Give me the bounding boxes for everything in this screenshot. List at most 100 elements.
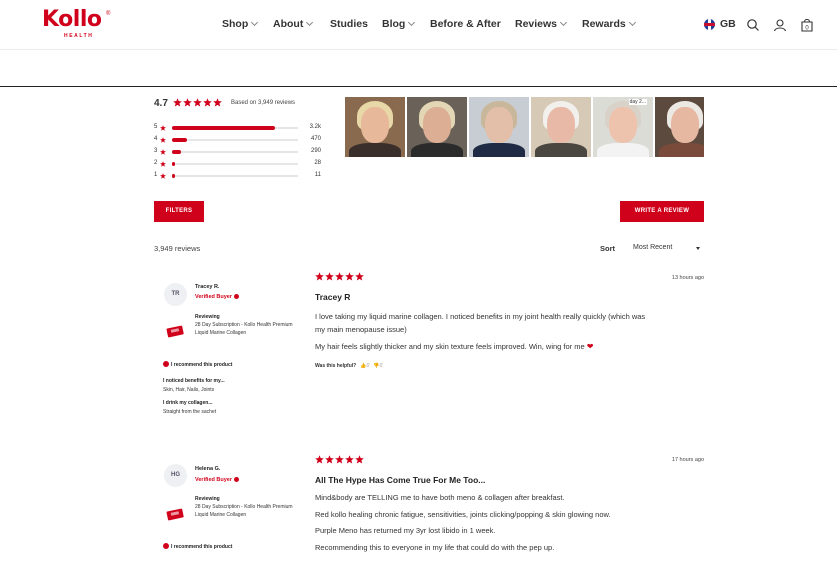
- reviewed-product-link[interactable]: 28 Day Subscription - Kollo Health Premi…: [195, 321, 295, 337]
- thumbs-down-button[interactable]: 👎0: [373, 363, 382, 369]
- nav-blog[interactable]: Blog: [382, 18, 416, 30]
- site-header: Kollo ® HEALTH Shop About Studies Blog B…: [0, 0, 837, 50]
- customer-photo[interactable]: [469, 97, 529, 157]
- rating-row-4[interactable]: 4 470: [154, 136, 324, 144]
- rating-row-3[interactable]: 3 290: [154, 148, 324, 156]
- reviewer-avatar: HG: [164, 464, 187, 487]
- nav-studies[interactable]: Studies: [330, 18, 368, 30]
- cart-icon[interactable]: 0: [800, 18, 814, 32]
- star-icon: [315, 272, 324, 281]
- product-thumbnail[interactable]: [165, 507, 185, 521]
- sort-label: Sort: [600, 244, 615, 253]
- recommend-flag: I recommend this product: [163, 360, 232, 368]
- reviewing-label: Reviewing: [195, 496, 220, 502]
- customer-photo[interactable]: [531, 97, 591, 157]
- rating-row-5[interactable]: 5 3.2k: [154, 124, 324, 132]
- account-icon[interactable]: [773, 18, 787, 32]
- star-icon: [193, 98, 202, 107]
- search-icon[interactable]: [746, 18, 760, 32]
- rating-bar-fill: [172, 174, 175, 178]
- star-icon: [355, 272, 364, 281]
- attribute-answer: Straight from the sachet: [163, 409, 217, 415]
- rating-row-count: 3.2k: [309, 124, 321, 130]
- attribute-answer: Skin, Hair, Nails, Joints: [163, 387, 215, 393]
- nav-rewards-label: Rewards: [582, 18, 626, 30]
- chevron-down-icon: [559, 18, 568, 27]
- sort-select[interactable]: Most Recent: [633, 244, 672, 251]
- nav-blog-label: Blog: [382, 18, 406, 30]
- reviewer-name: Helena G.: [195, 466, 221, 472]
- rating-bar-fill: [172, 162, 175, 166]
- logo-registered-mark: ®: [106, 11, 111, 17]
- attribute-question: I drink my collagen...: [163, 400, 213, 406]
- write-review-button[interactable]: WRITE A REVIEW: [620, 201, 704, 222]
- star-icon: [203, 98, 212, 107]
- reviewed-product-link[interactable]: 28 Day Subscription - Kollo Health Premi…: [195, 503, 295, 519]
- rating-bar-fill: [172, 150, 181, 154]
- reviewer-name: Tracey R.: [195, 284, 220, 290]
- review-timestamp: 17 hours ago: [671, 457, 704, 463]
- uk-flag-icon[interactable]: [704, 19, 715, 30]
- chevron-down-icon: [306, 18, 314, 27]
- rating-row-stars: 3: [154, 148, 158, 154]
- rating-row-count: 28: [314, 160, 321, 166]
- chevron-down-icon[interactable]: [696, 247, 700, 250]
- chevron-down-icon: [251, 18, 259, 27]
- recommend-icon: [163, 543, 169, 549]
- product-thumbnail[interactable]: [165, 324, 185, 338]
- nav-shop[interactable]: Shop: [222, 18, 259, 30]
- review-title: Tracey R: [315, 292, 351, 302]
- recommend-icon: [163, 361, 169, 367]
- nav-rewards[interactable]: Rewards: [582, 18, 636, 30]
- helpful-prompt: Was this helpful? 👍0 👎0: [315, 363, 382, 369]
- review-timestamp: 13 hours ago: [671, 275, 704, 281]
- customer-photo[interactable]: [407, 97, 467, 157]
- nav-reviews[interactable]: Reviews: [515, 18, 568, 30]
- rating-bar-track: [172, 138, 298, 142]
- chevron-down-icon: [628, 18, 636, 27]
- star-icon: [345, 272, 354, 281]
- nav-before-after[interactable]: Before & After: [430, 18, 501, 30]
- nav-about[interactable]: About: [273, 18, 314, 30]
- star-icon: [345, 455, 354, 464]
- nav-about-label: About: [273, 18, 304, 30]
- review-stars: [315, 455, 364, 464]
- recommend-text: I recommend this product: [171, 362, 233, 368]
- review-title: All The Hype Has Come True For Me Too...: [315, 475, 486, 485]
- verified-badge: Verified Buyer: [195, 476, 239, 483]
- star-icon: [160, 161, 166, 167]
- kollo-logo[interactable]: Kollo ® HEALTH: [42, 7, 114, 41]
- customer-photo[interactable]: [655, 97, 704, 157]
- average-stars: [173, 98, 222, 107]
- star-icon: [325, 455, 334, 464]
- region-selector[interactable]: GB: [720, 18, 736, 30]
- star-icon: [213, 98, 222, 107]
- review-body-line: my main menopause issue): [315, 325, 407, 334]
- star-icon: [335, 455, 344, 464]
- review-body-text: My hair feels slightly thicker and my sk…: [315, 342, 585, 351]
- chevron-down-icon: [408, 18, 416, 27]
- thumbs-down-count: 0: [379, 363, 383, 369]
- review-body-line: My hair feels slightly thicker and my sk…: [315, 342, 593, 351]
- customer-photo[interactable]: day 2...: [593, 97, 653, 157]
- star-icon: [173, 98, 182, 107]
- customer-photo[interactable]: [345, 97, 405, 157]
- verified-badge: Verified Buyer: [195, 293, 239, 300]
- logo-subtitle: HEALTH: [64, 33, 94, 39]
- nav-studies-label: Studies: [330, 18, 368, 30]
- thumbs-up-count: 0: [366, 363, 370, 369]
- thumbs-up-button[interactable]: 👍0: [360, 363, 369, 369]
- rating-row-stars: 1: [154, 172, 158, 178]
- average-rating: 4.7: [154, 98, 168, 109]
- rating-row-1[interactable]: 1 11: [154, 172, 324, 180]
- filters-button[interactable]: FILTERS: [154, 201, 204, 222]
- check-icon: [234, 293, 239, 299]
- rating-bar-track: [172, 126, 298, 130]
- review-body-line: I love taking my liquid marine collagen.…: [315, 312, 646, 321]
- rating-row-2[interactable]: 2 28: [154, 160, 324, 168]
- rating-bar-track: [172, 150, 298, 154]
- reviews-count: 3,949 reviews: [154, 244, 201, 253]
- nav-reviews-label: Reviews: [515, 18, 558, 30]
- verified-label: Verified Buyer: [195, 477, 232, 483]
- rating-row-count: 470: [310, 136, 321, 142]
